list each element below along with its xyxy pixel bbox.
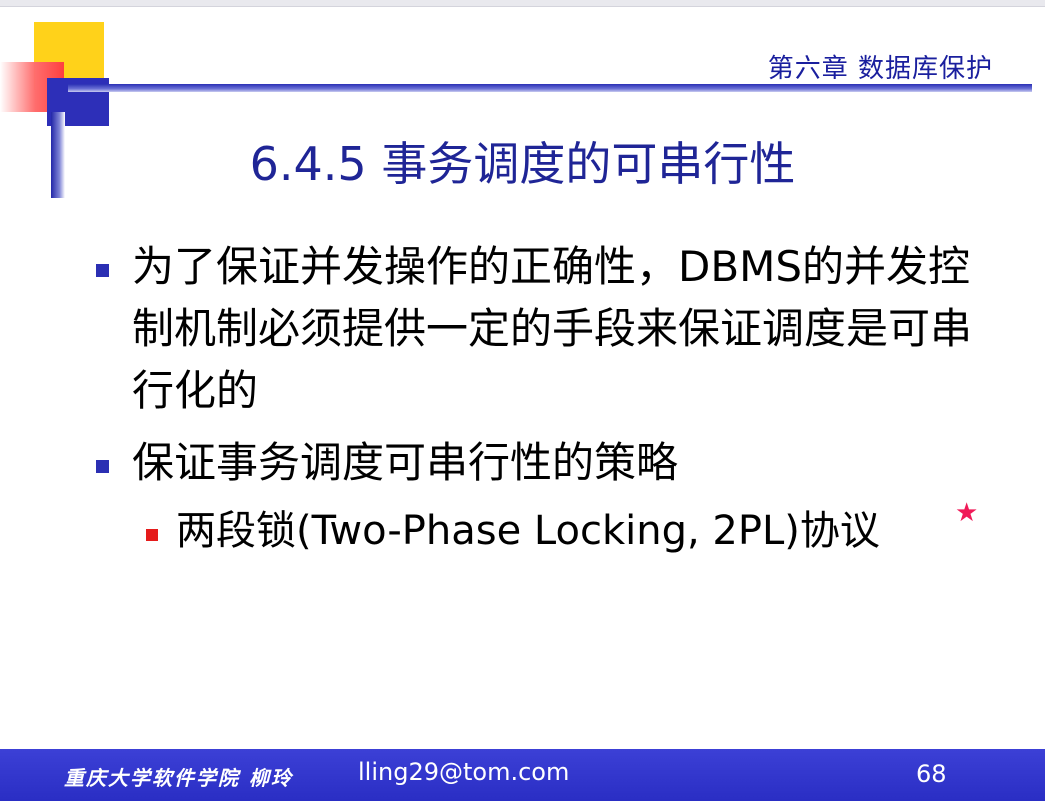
bullet-text: 保证事务调度可串行性的策略 [132, 438, 679, 487]
square-bullet-icon [96, 460, 109, 473]
sub-bullet-text: 两段锁(Two-Phase Locking, 2PL)协议 [176, 508, 880, 554]
square-bullet-icon [146, 529, 158, 541]
bullet-text: 为了保证并发操作的正确性，DBMS的并发控制机制必须提供一定的手段来保证调度是可… [132, 242, 973, 415]
chapter-header: 第六章 数据库保护 [767, 54, 993, 84]
slide-content: 为了保证并发操作的正确性，DBMS的并发控制机制必须提供一定的手段来保证调度是可… [92, 236, 992, 560]
footer-bar: 重庆大学软件学院 柳玲 lling29@tom.com 68 [0, 749, 1045, 801]
header-divider [68, 84, 1032, 92]
page-number: 68 [916, 760, 947, 788]
window-top-border [0, 0, 1045, 7]
slide-title: 6.4.5 事务调度的可串行性 [249, 137, 796, 191]
footer-email: lling29@tom.com [358, 758, 570, 786]
bullet-item: 保证事务调度可串行性的策略 [92, 432, 992, 494]
footer-school: 重庆大学软件学院 柳玲 [64, 766, 293, 790]
bullet-item: 为了保证并发操作的正确性，DBMS的并发控制机制必须提供一定的手段来保证调度是可… [92, 236, 982, 422]
star-icon: ★ [955, 498, 979, 528]
square-bullet-icon [96, 264, 109, 277]
sub-bullet-item: 两段锁(Two-Phase Locking, 2PL)协议 [142, 502, 992, 560]
